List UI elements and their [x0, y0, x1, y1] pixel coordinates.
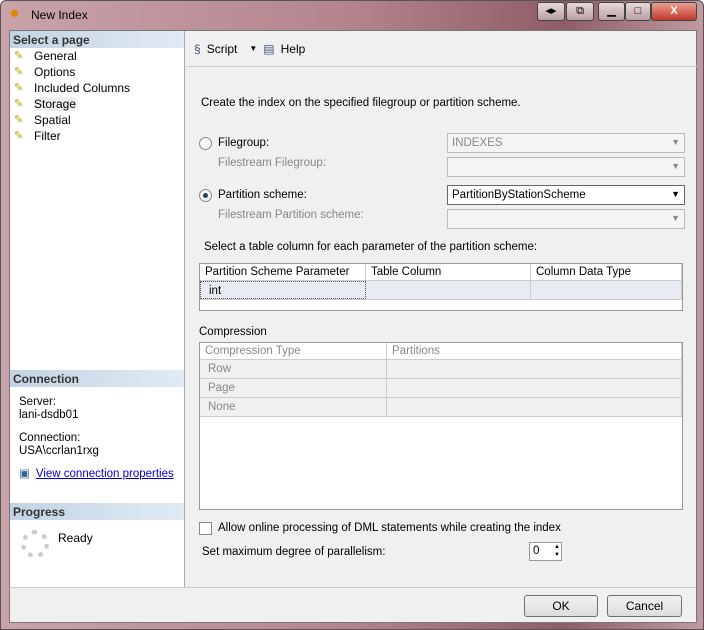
- table-row: None: [200, 398, 682, 417]
- table-cell: None: [200, 398, 387, 416]
- sidebar-item-label: Filter: [34, 129, 61, 143]
- page-icon: ✎: [14, 66, 24, 78]
- page-icon: ✎: [14, 130, 24, 142]
- select-page-header: Select a page: [10, 31, 184, 48]
- sidebar-item-spatial[interactable]: ✎ Spatial: [10, 112, 184, 128]
- column-header[interactable]: Table Column: [366, 264, 531, 280]
- column-header: Compression Type: [200, 343, 387, 359]
- toolbar: § Script ▼ ▤ Help: [186, 31, 697, 67]
- sidebar-item-label: Included Columns: [34, 81, 131, 95]
- connection-properties-icon: ▣: [19, 468, 30, 480]
- partition-parameter-grid: Partition Scheme Parameter Table Column Co…: [199, 263, 683, 311]
- online-processing-label: Allow online processing of DML statement…: [218, 522, 561, 534]
- sidebar-item-label: General: [34, 49, 77, 63]
- progress-status: Ready: [58, 531, 93, 545]
- table-cell: [387, 398, 682, 416]
- ok-button[interactable]: OK: [524, 595, 598, 617]
- table-cell: [387, 360, 682, 378]
- sidebar-item-label: Storage: [34, 97, 77, 111]
- filestream-filegroup-select[interactable]: ▼: [447, 157, 685, 177]
- script-icon: §: [194, 41, 201, 56]
- filestream-filegroup-label: Filestream Filegroup:: [218, 157, 327, 169]
- table-row: Row: [200, 360, 682, 379]
- table-row: Page: [200, 379, 682, 398]
- stepper-arrows-icon[interactable]: ▲ ▼: [554, 543, 560, 559]
- table-cell: Row: [200, 360, 387, 378]
- close-button[interactable]: X: [651, 2, 697, 21]
- maxdop-label: Set maximum degree of parallelism:: [202, 546, 386, 558]
- page-icon: ✎: [14, 98, 24, 110]
- connection-label: Connection:: [19, 432, 81, 444]
- switch-icon[interactable]: ◂▸: [537, 2, 565, 21]
- compression-label: Compression: [199, 326, 267, 338]
- connection-header: Connection: [10, 370, 184, 387]
- filegroup-label: Filegroup:: [218, 137, 270, 149]
- chevron-down-icon: ▼: [671, 137, 680, 147]
- page-icon: ✎: [14, 50, 24, 62]
- table-cell: Page: [200, 379, 387, 397]
- table-cell[interactable]: int: [200, 281, 366, 299]
- column-header[interactable]: Partition Scheme Parameter: [200, 264, 366, 280]
- sidebar-item-included-columns[interactable]: ✎ Included Columns: [10, 80, 184, 96]
- help-button[interactable]: Help: [281, 42, 306, 56]
- progress-spinner-icon: [21, 530, 49, 558]
- partition-scheme-label: Partition scheme:: [218, 189, 307, 201]
- index-icon: ✸: [9, 6, 20, 21]
- sidebar: Select a page ✎ General ✎ Options ✎ Included …: [10, 31, 185, 587]
- table-row[interactable]: int: [200, 281, 682, 300]
- maxdop-value: 0: [533, 545, 540, 557]
- server-label: Server:: [19, 396, 57, 408]
- maximize-button[interactable]: □: [625, 2, 651, 21]
- page-icon: ✎: [14, 114, 24, 126]
- table-cell: [387, 379, 682, 397]
- maxdop-stepper[interactable]: 0 ▲ ▼: [529, 542, 562, 561]
- sidebar-item-general[interactable]: ✎ General: [10, 48, 184, 64]
- view-connection-properties-link[interactable]: View connection properties: [36, 468, 174, 481]
- chevron-down-icon: ▼: [671, 213, 680, 223]
- filegroup-select[interactable]: INDEXES ▼: [447, 133, 685, 153]
- restore-down-icon[interactable]: ⧉: [566, 2, 594, 21]
- cancel-button[interactable]: Cancel: [607, 595, 682, 617]
- script-button[interactable]: Script: [207, 42, 238, 56]
- column-header: Partitions: [387, 343, 682, 359]
- param-prompt: Select a table column for each parameter…: [204, 241, 538, 253]
- sidebar-item-filter[interactable]: ✎ Filter: [10, 128, 184, 144]
- chevron-down-icon: ▼: [671, 189, 680, 199]
- sidebar-item-options[interactable]: ✎ Options: [10, 64, 184, 80]
- connection-value: USA\ccrlan1rxg: [19, 445, 99, 457]
- filestream-partition-select[interactable]: ▼: [447, 209, 685, 229]
- partition-scheme-radio[interactable]: [199, 189, 212, 202]
- table-cell[interactable]: [531, 281, 682, 299]
- compression-grid: Compression Type Partitions Row Page None: [199, 342, 683, 510]
- sidebar-item-storage[interactable]: ✎ Storage: [10, 96, 184, 112]
- help-icon: ▤: [263, 41, 275, 56]
- script-dropdown-icon[interactable]: ▼: [249, 44, 257, 53]
- progress-header: Progress: [10, 503, 184, 520]
- table-cell[interactable]: [366, 281, 531, 299]
- online-processing-checkbox[interactable]: [199, 522, 212, 535]
- server-value: lani-dsdb01: [19, 409, 79, 421]
- filegroup-value: INDEXES: [452, 137, 503, 149]
- filegroup-radio[interactable]: [199, 137, 212, 150]
- window-title: New Index: [31, 8, 88, 22]
- page-icon: ✎: [14, 82, 24, 94]
- intro-text: Create the index on the specified filegr…: [201, 97, 521, 109]
- partition-scheme-select[interactable]: PartitionByStationScheme ▼: [447, 185, 685, 205]
- sidebar-item-label: Options: [34, 65, 76, 79]
- chevron-down-icon: ▼: [671, 161, 680, 171]
- column-header[interactable]: Column Data Type: [531, 264, 682, 280]
- filestream-partition-label: Filestream Partition scheme:: [218, 209, 364, 221]
- sidebar-item-label: Spatial: [34, 113, 71, 127]
- minimize-button[interactable]: ▁: [598, 2, 625, 21]
- dialog-window: ✸ New Index ◂▸ ⧉ ▁ □ X Select a page ✎ Ge…: [0, 0, 704, 630]
- partition-scheme-value: PartitionByStationScheme: [452, 189, 586, 201]
